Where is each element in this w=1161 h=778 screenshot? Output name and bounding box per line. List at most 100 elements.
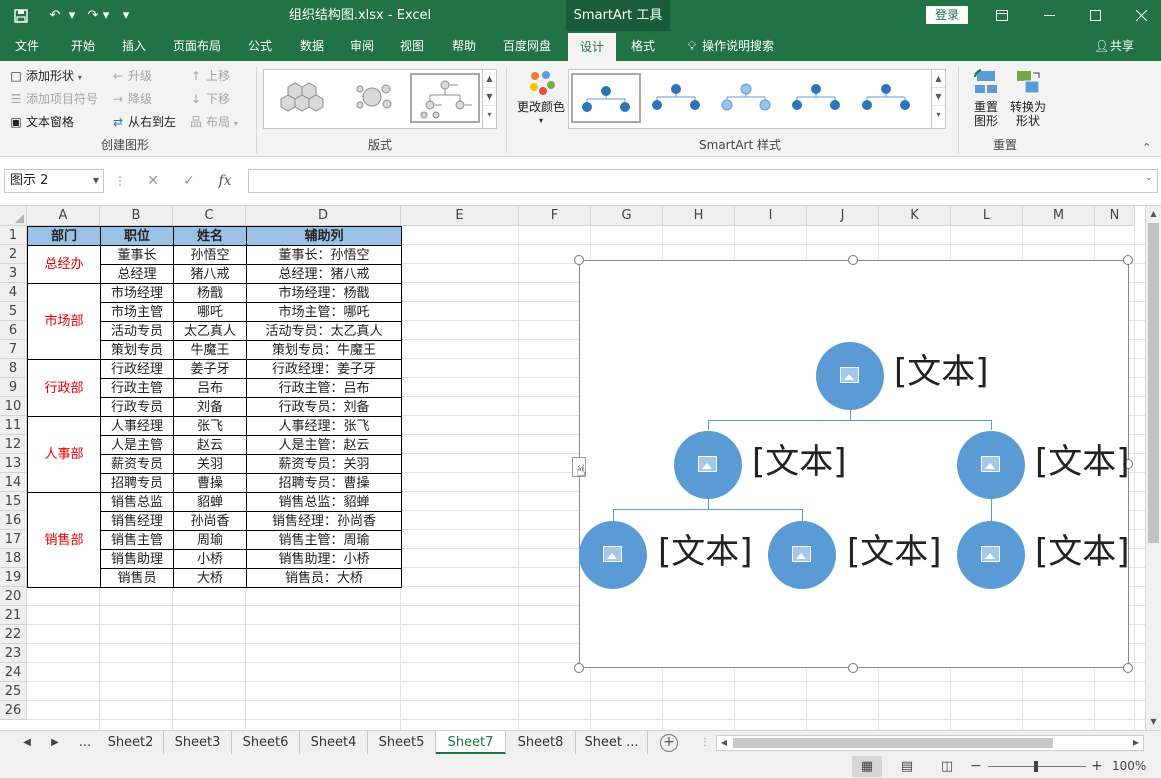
name-cell[interactable]: 姜子牙 (173, 359, 247, 379)
vertical-scrollbar[interactable]: ▲ ▼ (1145, 206, 1161, 730)
row-header-24[interactable]: 24 (0, 663, 27, 682)
name-cell[interactable]: 大桥 (173, 568, 247, 588)
row-header-15[interactable]: 15 (0, 492, 27, 511)
org-node-level3-a-text[interactable]: [文本] (658, 532, 753, 572)
position-cell[interactable]: 销售助理 (100, 549, 174, 569)
helper-cell[interactable]: 活动专员：太乙真人 (246, 321, 402, 341)
position-cell[interactable]: 行政经理 (100, 359, 174, 379)
tab-format[interactable]: 格式 (620, 31, 666, 61)
picture-placeholder-icon[interactable] (603, 546, 622, 562)
row-header-22[interactable]: 22 (0, 625, 27, 644)
sheet-tab-sheet5[interactable]: Sheet5 (368, 731, 436, 754)
helper-cell[interactable]: 策划专员：牛魔王 (246, 340, 402, 360)
column-header-i[interactable]: I (735, 206, 807, 226)
helper-cell[interactable]: 销售主管：周瑜 (246, 530, 402, 550)
org-node-top[interactable] (816, 342, 884, 410)
tab-baidu-netdisk[interactable]: 百度网盘 (494, 31, 560, 61)
row-header-5[interactable]: 5 (0, 302, 27, 321)
demote-button[interactable]: → 降级 (110, 89, 152, 109)
row-header-26[interactable]: 26 (0, 701, 27, 720)
scroll-up-icon[interactable]: ▲ (1146, 206, 1161, 222)
org-node-level2-left[interactable] (674, 431, 742, 499)
normal-view-icon[interactable]: ▦ (852, 756, 882, 777)
row-header-10[interactable]: 10 (0, 397, 27, 416)
styles-gallery-scroll[interactable]: ▲ ▼ ▾ (931, 70, 945, 128)
dept-cell[interactable]: 人事部 (27, 416, 101, 493)
position-cell[interactable]: 招聘专员 (100, 473, 174, 493)
layout-hexagon-cluster[interactable] (268, 73, 338, 123)
collapse-ribbon-icon[interactable]: ⌃ (1142, 141, 1151, 154)
layout-circle-picture-hierarchy[interactable] (410, 73, 480, 123)
row-header-19[interactable]: 19 (0, 568, 27, 587)
row-header-25[interactable]: 25 (0, 682, 27, 701)
column-header-n[interactable]: N (1095, 206, 1135, 226)
resize-handle-top-right[interactable] (1123, 255, 1133, 265)
row-header-17[interactable]: 17 (0, 530, 27, 549)
name-box[interactable]: 图示 2 ▼ (4, 169, 104, 193)
picture-placeholder-icon[interactable] (840, 367, 859, 383)
change-colors-button[interactable]: 更改颜色 ▾ (512, 67, 570, 128)
position-cell[interactable]: 行政主管 (100, 378, 174, 398)
row-header-13[interactable]: 13 (0, 454, 27, 473)
position-cell[interactable]: 人事经理 (100, 416, 174, 436)
smartart-graphic[interactable]: ‹ [文本] [文本] [文本] [文本] [文本] [文本] ☝︎ (572, 255, 1133, 673)
move-down-button[interactable]: ↓ 下移 (188, 89, 230, 109)
share-button[interactable]: 👤︎共享 (1094, 31, 1154, 61)
column-header-b[interactable]: B (100, 206, 173, 226)
row-header-23[interactable]: 23 (0, 644, 27, 663)
enter-icon[interactable]: ✓ (174, 169, 204, 193)
sheet-tab-sheet2[interactable]: Sheet2 (98, 731, 164, 754)
zoom-level[interactable]: 100% (1112, 755, 1146, 778)
name-cell[interactable]: 刘备 (173, 397, 247, 417)
scroll-down-icon[interactable]: ▼ (1146, 714, 1161, 730)
helper-cell[interactable]: 市场经理：杨戬 (246, 283, 402, 303)
style-subtle-effect[interactable] (713, 73, 783, 123)
name-cell[interactable]: 孙悟空 (173, 245, 247, 265)
picture-placeholder-icon[interactable] (698, 456, 717, 472)
position-cell[interactable]: 薪资专员 (100, 454, 174, 474)
tab-view[interactable]: 视图 (390, 31, 434, 61)
maximize-icon[interactable] (1078, 0, 1112, 31)
helper-cell[interactable]: 销售员：大桥 (246, 568, 402, 588)
move-up-button[interactable]: ↑ 上移 (188, 66, 230, 86)
column-header-h[interactable]: H (663, 206, 735, 226)
name-cell[interactable]: 牛魔王 (173, 340, 247, 360)
name-cell[interactable]: 孙尚香 (173, 511, 247, 531)
column-header-f[interactable]: F (519, 206, 591, 226)
name-cell[interactable]: 杨戬 (173, 283, 247, 303)
position-cell[interactable]: 市场主管 (100, 302, 174, 322)
right-to-left-button[interactable]: ⇄ 从右到左 (110, 112, 176, 132)
tab-home[interactable]: 开始 (60, 31, 106, 61)
row-header-4[interactable]: 4 (0, 283, 27, 302)
gallery-more-icon[interactable]: ▾ (932, 106, 945, 124)
scroll-up-icon[interactable]: ▲ (932, 70, 945, 88)
helper-cell[interactable]: 薪资专员：关羽 (246, 454, 402, 474)
row-header-18[interactable]: 18 (0, 549, 27, 568)
name-cell[interactable]: 赵云 (173, 435, 247, 455)
zoom-slider-thumb[interactable] (1034, 761, 1038, 772)
scroll-right-icon[interactable]: ▶ (1129, 736, 1143, 750)
org-node-level2-left-text[interactable]: [文本] (752, 442, 847, 482)
sheet-tab-sheet[interactable]: Sheet ... (576, 731, 648, 754)
row-header-2[interactable]: 2 (0, 245, 27, 264)
row-header-11[interactable]: 11 (0, 416, 27, 435)
resize-handle-bottom[interactable] (848, 663, 858, 673)
style-simple-fill[interactable] (571, 73, 641, 123)
name-cell[interactable]: 太乙真人 (173, 321, 247, 341)
name-cell[interactable]: 猪八戒 (173, 264, 247, 284)
name-cell[interactable]: 曹操 (173, 473, 247, 493)
page-layout-view-icon[interactable]: ▤ (892, 756, 922, 777)
tab-insert[interactable]: 插入 (112, 31, 156, 61)
helper-cell[interactable]: 董事长：孙悟空 (246, 245, 402, 265)
layout-circle-picture[interactable] (342, 73, 412, 123)
row-header-3[interactable]: 3 (0, 264, 27, 283)
table-header-cell[interactable]: 部门 (27, 226, 101, 246)
helper-cell[interactable]: 行政专员：刘备 (246, 397, 402, 417)
layouts-gallery[interactable]: ▲ ▼ ▾ (263, 69, 497, 129)
position-cell[interactable]: 活动专员 (100, 321, 174, 341)
tab-split-grip-icon[interactable]: ⋮ (700, 736, 710, 750)
resize-handle-top-left[interactable] (574, 255, 584, 265)
sheet-nav-more[interactable]: ... (72, 731, 98, 755)
picture-placeholder-icon[interactable] (981, 456, 1000, 472)
cancel-icon[interactable]: ✕ (138, 169, 168, 193)
